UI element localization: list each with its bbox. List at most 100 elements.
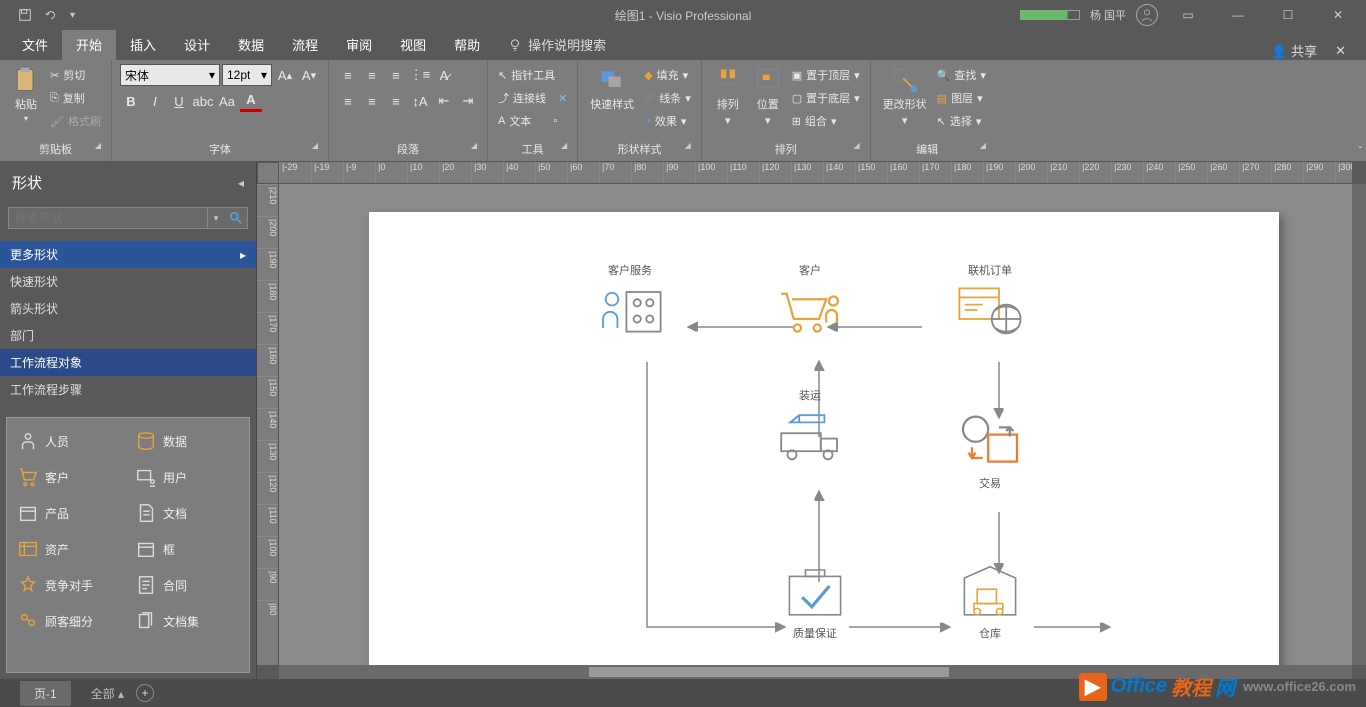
node-customer-service[interactable]: 客户服务 <box>594 262 666 341</box>
arrange-button[interactable]: 排列▾ <box>710 64 746 129</box>
magnifier-icon <box>229 211 243 225</box>
search-button[interactable] <box>224 207 248 229</box>
fill-button[interactable]: ◆填充 ▾ <box>642 64 693 86</box>
line-button[interactable]: ／线条 ▾ <box>642 87 693 109</box>
bold-button[interactable]: B <box>120 90 142 112</box>
text-icon: A <box>498 115 505 127</box>
align-bottom-button[interactable]: ≡ <box>385 64 407 86</box>
search-shapes-input[interactable] <box>8 207 208 229</box>
page-tab[interactable]: 页-1 <box>20 681 71 706</box>
effects-button[interactable]: ◑效果 ▾ <box>642 110 693 132</box>
copy-button[interactable]: ⎘复制 <box>48 87 103 109</box>
format-painter-button[interactable]: 🖌格式刷 <box>48 110 103 132</box>
text-tool-button[interactable]: A文本 ▫ <box>496 110 559 132</box>
stencil-quick-shapes[interactable]: 快速形状 <box>0 268 256 295</box>
tab-review[interactable]: 审阅 <box>332 29 386 60</box>
clear-format-button[interactable]: A̷ <box>433 64 455 86</box>
shape-contract[interactable]: 合同 <box>129 570 245 600</box>
close-icon[interactable]: ✕ <box>1318 0 1358 30</box>
shape-document[interactable]: 文档 <box>129 498 245 528</box>
shape-user[interactable]: 用户 <box>129 462 245 492</box>
undo-icon[interactable] <box>44 8 58 22</box>
decrease-indent-button[interactable]: ⇤ <box>433 90 455 112</box>
node-qa[interactable]: 质量保证 <box>779 562 851 641</box>
drawing-page[interactable]: 客户服务 客户 联机订单 装运 交易 <box>369 212 1279 665</box>
tab-home[interactable]: 开始 <box>62 29 116 60</box>
ribbon-options-icon[interactable]: ▭ <box>1168 0 1208 30</box>
align-center-button[interactable]: ≡ <box>361 90 383 112</box>
stencil-more-shapes[interactable]: 更多形状▸ <box>0 241 256 268</box>
increase-indent-button[interactable]: ⇥ <box>457 90 479 112</box>
search-dropdown-icon[interactable]: ▾ <box>208 207 224 229</box>
send-back-button[interactable]: ▢置于底层 ▾ <box>790 87 862 109</box>
change-shape-button[interactable]: 更改形状▾ <box>879 64 931 129</box>
grow-font-button[interactable]: A▴ <box>274 64 296 86</box>
shape-product[interactable]: 产品 <box>11 498 127 528</box>
shape-segment[interactable]: 顾客细分 <box>11 606 127 636</box>
align-top-button[interactable]: ≡ <box>337 64 359 86</box>
tell-me-search[interactable]: 操作说明搜索 <box>494 29 620 60</box>
cut-button[interactable]: ✂剪切 <box>48 64 103 86</box>
qat-dropdown-icon[interactable]: ▾ <box>70 10 75 21</box>
connector-tool-button[interactable]: ⤴连接线 ✕ <box>496 87 569 109</box>
stencil-workflow-objects[interactable]: 工作流程对象 <box>0 349 256 376</box>
close-pane-icon[interactable]: ✕ <box>1325 43 1356 59</box>
tab-file[interactable]: 文件 <box>8 29 62 60</box>
underline-button[interactable]: U <box>168 90 190 112</box>
collapse-panel-icon[interactable]: ◂ <box>238 176 244 190</box>
italic-button[interactable]: I <box>144 90 166 112</box>
shape-asset[interactable]: 资产 <box>11 534 127 564</box>
shape-competitor[interactable]: 竞争对手 <box>11 570 127 600</box>
quick-styles-button[interactable]: 快速样式 <box>586 64 638 114</box>
shape-customer[interactable]: 客户 <box>11 462 127 492</box>
tab-help[interactable]: 帮助 <box>440 29 494 60</box>
save-icon[interactable] <box>18 8 32 22</box>
group-button[interactable]: ⊞组合 ▾ <box>790 110 862 132</box>
tab-process[interactable]: 流程 <box>278 29 332 60</box>
canvas-viewport[interactable]: 客户服务 客户 联机订单 装运 交易 <box>279 184 1352 665</box>
node-shipping[interactable]: 装运 <box>774 387 846 466</box>
node-transaction[interactable]: 交易 <box>954 412 1026 491</box>
bullets-button[interactable]: ⋮≡ <box>409 64 431 86</box>
case-button[interactable]: Aa <box>216 90 238 112</box>
stencil-arrow-shapes[interactable]: 箭头形状 <box>0 295 256 322</box>
maximize-icon[interactable]: ☐ <box>1268 0 1308 30</box>
pointer-tool-button[interactable]: ↖指针工具 <box>496 64 557 86</box>
share-button[interactable]: 👤 共享 <box>1271 41 1317 60</box>
font-family-combo[interactable]: 宋体▾ <box>120 64 220 86</box>
layers-button[interactable]: ▤图层 ▾ <box>935 87 988 109</box>
node-warehouse[interactable]: 仓库 <box>954 562 1026 641</box>
tab-design[interactable]: 设计 <box>170 29 224 60</box>
shape-data[interactable]: 数据 <box>129 426 245 456</box>
user-avatar-icon[interactable] <box>1136 4 1158 26</box>
shape-person[interactable]: 人员 <box>11 426 127 456</box>
bring-front-button[interactable]: ▣置于顶层 ▾ <box>790 64 862 86</box>
font-size-combo[interactable]: 12pt▾ <box>222 64 272 86</box>
select-button[interactable]: ↖选择 ▾ <box>935 110 988 132</box>
node-customer[interactable]: 客户 <box>774 262 846 341</box>
find-button[interactable]: 🔍查找 ▾ <box>935 64 988 86</box>
rotate-text-button[interactable]: ↕A <box>409 90 431 112</box>
stencil-department[interactable]: 部门 <box>0 322 256 349</box>
node-online-order[interactable]: 联机订单 <box>954 262 1026 341</box>
shape-docset[interactable]: 文档集 <box>129 606 245 636</box>
strikethrough-button[interactable]: abc <box>192 90 214 112</box>
shrink-font-button[interactable]: A▾ <box>298 64 320 86</box>
all-pages-button[interactable]: 全部 ▴ <box>91 685 124 702</box>
tab-data[interactable]: 数据 <box>224 29 278 60</box>
paste-button[interactable]: 粘贴▾ <box>8 64 44 125</box>
scrollbar-vertical[interactable] <box>1352 184 1366 665</box>
shape-box[interactable]: 框 <box>129 534 245 564</box>
add-page-button[interactable]: + <box>136 684 154 702</box>
align-middle-button[interactable]: ≡ <box>361 64 383 86</box>
stencil-workflow-steps[interactable]: 工作流程步骤 <box>0 376 256 403</box>
collapse-ribbon-icon[interactable]: ˇ <box>1359 146 1362 157</box>
tab-view[interactable]: 视图 <box>386 29 440 60</box>
minimize-icon[interactable]: — <box>1218 0 1258 30</box>
position-button[interactable]: 位置▾ <box>750 64 786 129</box>
align-right-button[interactable]: ≡ <box>385 90 407 112</box>
copy-icon: ⎘ <box>50 92 59 105</box>
align-left-button[interactable]: ≡ <box>337 90 359 112</box>
tab-insert[interactable]: 插入 <box>116 29 170 60</box>
font-color-button[interactable]: A <box>240 90 262 112</box>
